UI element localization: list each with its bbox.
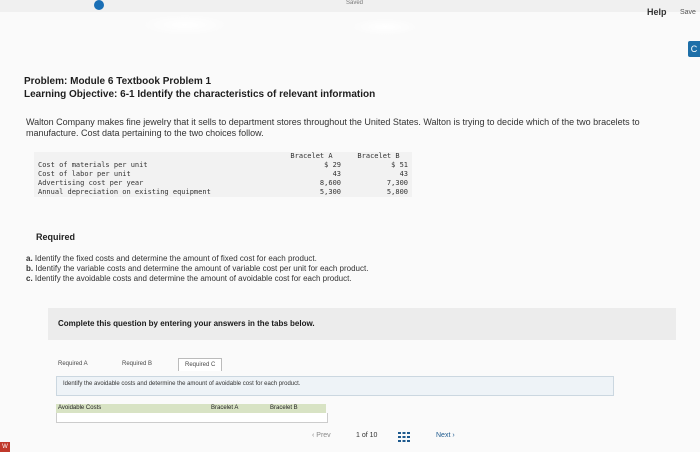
answer-table-header: Avoidable Costs Bracelet A Bracelet B	[56, 404, 326, 413]
row-label: Annual depreciation on existing equipmen…	[38, 188, 211, 196]
corner-badge: W	[0, 442, 10, 452]
next-button[interactable]: Next ›	[436, 432, 455, 439]
item-text: Identify the avoidable costs and determi…	[34, 274, 352, 283]
list-item: c. Identify the avoidable costs and dete…	[26, 274, 368, 284]
problem-intro: Walton Company makes fine jewelry that i…	[26, 117, 640, 138]
bracelet-b-value: 5,800	[386, 188, 408, 196]
next-label: Next	[436, 432, 451, 439]
tab-required-a[interactable]: Required A	[52, 358, 94, 370]
screen-glare	[140, 14, 230, 36]
bracelet-b-value: $ 51	[391, 161, 408, 169]
bracelet-a-value: 5,300	[319, 188, 341, 196]
instruction-banner: Complete this question by entering your …	[48, 308, 676, 340]
grid-icon[interactable]	[398, 432, 410, 442]
tab-required-b[interactable]: Required B	[116, 358, 158, 370]
required-heading: Required	[36, 232, 76, 242]
bracelet-b-value: 7,300	[386, 179, 408, 187]
answer-header-cell: Bracelet B	[270, 405, 298, 411]
learning-objective: Learning Objective: 6-1 Identify the cha…	[24, 89, 376, 100]
answer-header-cell: Avoidable Costs	[58, 405, 102, 411]
item-letter: b.	[26, 264, 34, 273]
required-list: a. Identify the fixed costs and determin…	[26, 254, 368, 284]
table-header-cell	[34, 152, 278, 161]
cost-data-table: Bracelet A Bracelet B Cost of materials …	[34, 152, 412, 197]
bracelet-a-value: 8,600	[319, 179, 341, 187]
page-counter: 1 of 10	[356, 432, 378, 439]
table-header-cell: Bracelet A	[290, 152, 333, 160]
item-letter: a.	[26, 254, 33, 263]
bracelet-a-value: 43	[332, 170, 341, 178]
item-text: Identify the fixed costs and determine t…	[34, 254, 317, 263]
row-label: Cost of labor per unit	[38, 170, 131, 178]
save-link[interactable]: Save	[680, 9, 696, 16]
table-header-cell: Bracelet B	[357, 152, 400, 160]
table-row: Cost of materials per unit $ 29 $ 51	[34, 161, 412, 170]
list-item: b. Identify the variable costs and deter…	[26, 264, 368, 274]
app-icon	[94, 0, 104, 10]
list-item: a. Identify the fixed costs and determin…	[26, 254, 368, 264]
saved-status: Saved	[346, 0, 364, 6]
problem-title: Problem: Module 6 Textbook Problem 1	[24, 76, 212, 87]
prev-label: Prev	[316, 432, 331, 439]
item-letter: c.	[26, 274, 33, 283]
prev-button[interactable]: ‹ Prev	[312, 432, 331, 439]
question-box: Identify the avoidable costs and determi…	[56, 376, 614, 396]
row-label: Advertising cost per year	[38, 179, 144, 187]
row-label: Cost of materials per unit	[38, 161, 148, 169]
answer-header-cell: Bracelet A	[211, 405, 239, 411]
table-row: Annual depreciation on existing equipmen…	[34, 188, 412, 197]
side-tab[interactable]: C	[688, 41, 700, 57]
instruction-text: Complete this question by entering your …	[58, 319, 315, 328]
table-row: Advertising cost per year 8,600 7,300	[34, 179, 412, 188]
answer-table-row[interactable]	[56, 413, 328, 423]
tab-required-c[interactable]: Required C	[178, 358, 223, 371]
question-text: Identify the avoidable costs and determi…	[63, 381, 301, 387]
item-text: Identify the variable costs and determin…	[35, 264, 369, 273]
table-header-row: Bracelet A Bracelet B	[34, 152, 412, 161]
help-link[interactable]: Help	[647, 7, 667, 17]
bracelet-b-value: 43	[399, 170, 408, 178]
bracelet-a-value: $ 29	[324, 161, 341, 169]
table-row: Cost of labor per unit 43 43	[34, 170, 412, 179]
screen-glare	[350, 18, 420, 36]
